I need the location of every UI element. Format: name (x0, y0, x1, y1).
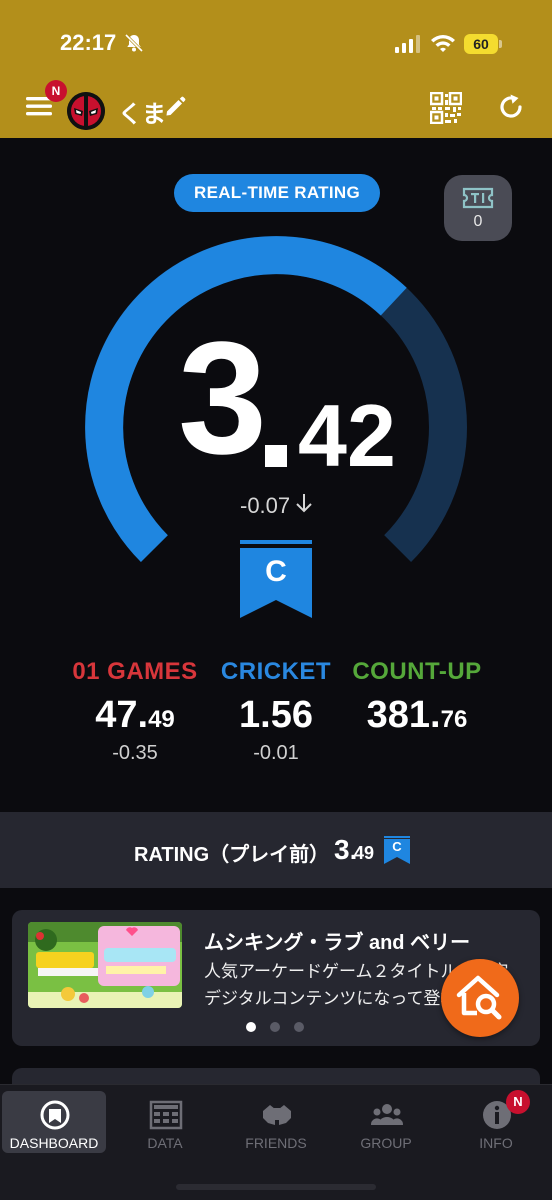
nav-friends[interactable]: FRIENDS (224, 1091, 328, 1153)
group-icon (370, 1104, 404, 1125)
nav-info[interactable]: INFO (444, 1091, 548, 1153)
menu-notification-badge: N (45, 80, 67, 102)
shop-search-button[interactable] (441, 959, 519, 1037)
stat-value-decimal: 76 (440, 706, 468, 733)
stat-value: 381.76 (337, 694, 497, 738)
nav-dashboard[interactable]: DASHBOARD (2, 1091, 106, 1153)
stat-cricket[interactable]: CRICKET 1.56 -0.01 (196, 658, 356, 765)
nav-label: FRIENDS (245, 1135, 307, 1151)
pre-play-grade-letter: C (392, 839, 402, 854)
rating-decimal-point (265, 445, 287, 467)
stat-value-main: 1.56 (239, 694, 313, 736)
app-header: N くま (0, 80, 552, 138)
nav-label: DASHBOARD (9, 1135, 99, 1151)
grade-letter: C (265, 555, 287, 588)
stat-diff: -0.01 (253, 742, 299, 764)
avatar[interactable] (67, 92, 105, 130)
data-grid-icon (149, 1100, 183, 1130)
nav-group[interactable]: GROUP (334, 1091, 438, 1153)
stat-title: CRICKET (220, 658, 332, 685)
stat-value: 47.49 (55, 694, 215, 738)
stat-diff: -0.35 (112, 742, 158, 764)
news-banner-image (28, 922, 182, 1008)
bottom-nav: DASHBOARD DATA FRIENDS GROUP INFO (0, 1084, 552, 1200)
stat-01-games[interactable]: 01 GAMES 47.49 -0.35 (55, 658, 215, 765)
arrow-down-icon (296, 494, 312, 513)
carousel-dot[interactable] (270, 1022, 280, 1032)
nav-data[interactable]: DATA (113, 1091, 217, 1153)
battery-indicator: 60 (464, 34, 502, 54)
carousel-dot[interactable] (246, 1022, 256, 1032)
ticket-icon (462, 187, 494, 209)
stat-title: COUNT-UP (352, 658, 482, 685)
battery-level: 60 (464, 34, 498, 54)
stat-count-up[interactable]: COUNT-UP 381.76 (337, 658, 497, 742)
friends-icon (263, 1105, 291, 1125)
pencil-icon[interactable] (164, 96, 186, 118)
app-screen: 22:17 60 N くま REAL-TIME RATING 0 3 42 -0… (0, 0, 552, 1200)
stat-value-decimal: 49 (148, 706, 175, 733)
home-indicator (176, 1184, 376, 1190)
nav-label: INFO (479, 1135, 513, 1151)
bell-muted-icon (124, 33, 144, 53)
nav-label: GROUP (360, 1135, 412, 1151)
refresh-icon[interactable] (496, 92, 526, 122)
stat-title: 01 GAMES (72, 658, 198, 685)
rating-change: -0.07 (240, 493, 291, 518)
stat-value: 1.56 (196, 694, 356, 738)
dashboard-icon (40, 1100, 70, 1130)
status-time: 22:17 (60, 30, 117, 55)
stat-value-main: 381. (366, 694, 441, 736)
stat-value-main: 47. (95, 694, 149, 736)
username[interactable]: くま (118, 94, 166, 129)
carousel-dots (246, 1020, 316, 1032)
qr-code-icon[interactable] (430, 92, 462, 124)
real-time-rating-badge: REAL-TIME RATING (174, 174, 380, 212)
pre-play-rating-decimal: 49 (354, 843, 375, 863)
news-title: ムシキング・ラブ and ベリー (204, 932, 471, 954)
rating-value-decimal: 42 (298, 386, 396, 485)
info-notification-badge: N (506, 1090, 530, 1114)
pre-play-rating-label: RATING（プレイ前） (134, 844, 330, 866)
wifi-icon (431, 35, 455, 52)
cell-signal-icon (395, 35, 420, 53)
status-bar: 22:17 60 (0, 0, 552, 80)
carousel-dot[interactable] (294, 1022, 304, 1032)
nav-label: DATA (147, 1135, 183, 1151)
rating-value-integer: 3 (178, 308, 267, 487)
battery-cap (499, 40, 502, 48)
home-search-icon (456, 975, 502, 1020)
